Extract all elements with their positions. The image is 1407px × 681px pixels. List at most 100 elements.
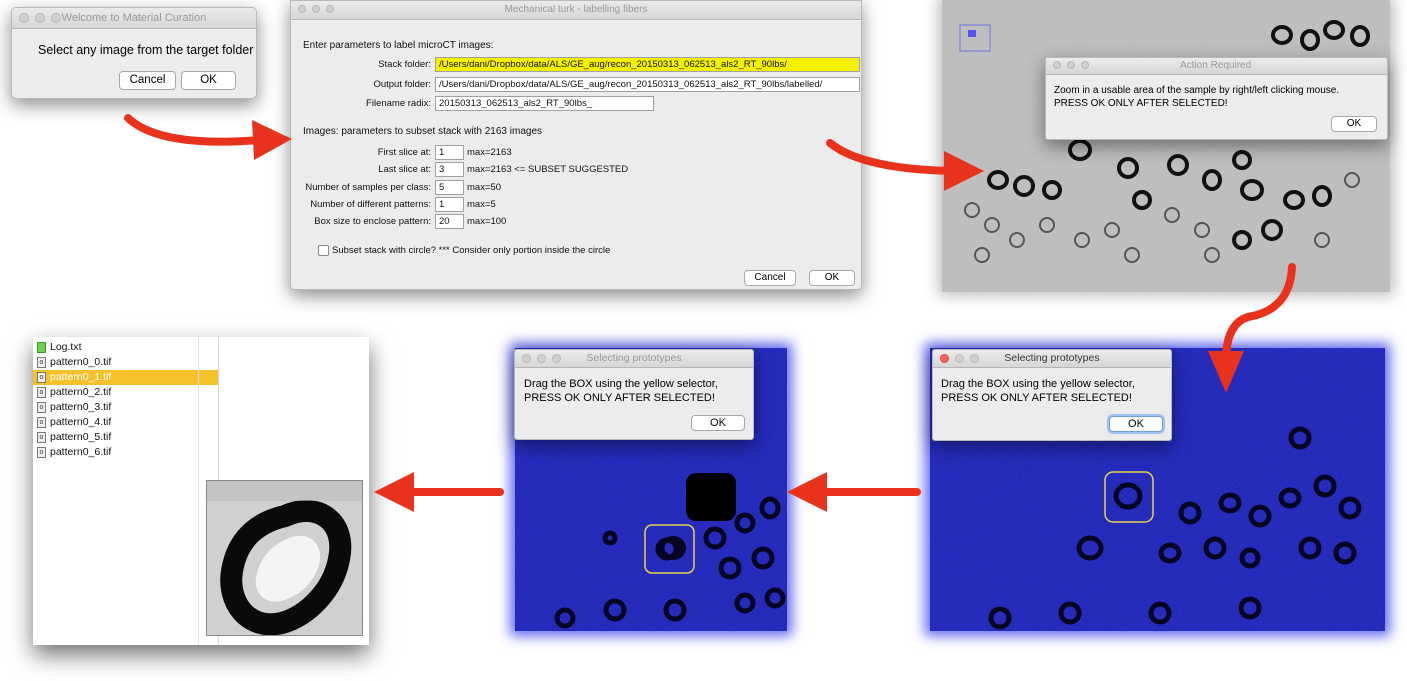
prototypes-message-middle-2: PRESS OK ONLY AFTER SELECTED! <box>524 392 715 404</box>
window-controls <box>522 354 561 363</box>
stack-folder-field[interactable]: /Users/dani/Dropbox/data/ALS/GE_aug/reco… <box>435 57 860 72</box>
welcome-titlebar: Welcome to Material Curation <box>12 8 256 29</box>
file-item[interactable]: o pattern0_5.tif <box>33 430 218 445</box>
last-slice-note: max=2163 <= SUBSET SUGGESTED <box>467 164 629 175</box>
file-name: pattern0_0.tif <box>50 356 112 368</box>
cancel-button[interactable]: Cancel <box>119 71 176 90</box>
filename-radix-label: Filename radix: <box>366 98 431 109</box>
window-controls <box>19 13 61 23</box>
arrow-middle-to-finder <box>374 472 504 512</box>
last-slice-label: Last slice at: <box>378 164 431 175</box>
text-file-icon <box>37 342 46 353</box>
box-size-note: max=100 <box>467 216 507 227</box>
zoom-icon[interactable] <box>552 354 561 363</box>
patterns-note: max=5 <box>467 199 496 210</box>
prototypes-titlebar-middle: Selecting prototypes <box>515 350 753 368</box>
prototypes-message-right-1: Drag the BOX using the yellow selector, <box>941 378 1135 390</box>
file-item[interactable]: o pattern0_6.tif <box>33 445 218 460</box>
arrow-welcome-to-params <box>124 114 292 160</box>
patterns-field[interactable]: 1 <box>435 197 464 212</box>
box-size-field[interactable]: 20 <box>435 214 464 229</box>
close-icon[interactable] <box>298 5 306 13</box>
close-icon[interactable] <box>940 354 949 363</box>
parameters-heading: Enter parameters to label microCT images… <box>303 40 494 51</box>
parameters-dialog: Mechanical turk - labelling fibers Enter… <box>290 0 862 290</box>
patterns-label: Number of different patterns: <box>310 199 431 210</box>
file-item[interactable]: Log.txt <box>33 340 218 355</box>
samples-field[interactable]: 5 <box>435 180 464 195</box>
window-controls <box>298 5 334 13</box>
file-name: pattern0_6.tif <box>50 446 112 458</box>
file-name: pattern0_5.tif <box>50 431 112 443</box>
parameters-title: Mechanical turk - labelling fibers <box>504 4 648 15</box>
arrow-params-to-gray <box>826 139 984 191</box>
tif-file-icon: o <box>37 387 46 398</box>
file-name: pattern0_1.tif <box>50 371 112 383</box>
close-icon[interactable] <box>19 13 29 23</box>
window-controls <box>940 354 979 363</box>
preview-pane-divider <box>198 337 199 645</box>
ok-button[interactable]: OK <box>691 415 745 431</box>
file-name: pattern0_2.tif <box>50 386 112 398</box>
file-item[interactable]: o pattern0_4.tif <box>33 415 218 430</box>
ok-button[interactable]: OK <box>1109 416 1163 432</box>
prototypes-titlebar-right: Selecting prototypes <box>933 350 1171 368</box>
tif-file-icon: o <box>37 417 46 428</box>
close-icon[interactable] <box>1053 61 1061 69</box>
cancel-button[interactable]: Cancel <box>744 270 796 286</box>
minimize-icon[interactable] <box>537 354 546 363</box>
subset-circle-checkbox[interactable] <box>318 245 329 256</box>
samples-label: Number of samples per class: <box>305 182 431 193</box>
pattern-preview-image <box>206 480 363 636</box>
ok-button[interactable]: OK <box>1331 116 1377 132</box>
action-message-line-2: PRESS OK ONLY AFTER SELECTED! <box>1054 98 1228 109</box>
zoom-icon[interactable] <box>1081 61 1089 69</box>
tif-file-icon: o <box>37 432 46 443</box>
action-required-dialog: Action Required Zoom in a usable area of… <box>1045 57 1388 140</box>
tif-file-icon: o <box>37 447 46 458</box>
file-item[interactable]: o pattern0_0.tif <box>33 355 218 370</box>
pattern-preview-graphic <box>207 481 362 635</box>
parameters-titlebar: Mechanical turk - labelling fibers <box>291 1 861 20</box>
minimize-icon[interactable] <box>955 354 964 363</box>
ok-button[interactable]: OK <box>181 71 236 90</box>
action-message-line-1: Zoom in a usable area of the sample by r… <box>1054 85 1340 96</box>
first-slice-note: max=2163 <box>467 147 512 158</box>
box-size-label: Box size to enclose pattern: <box>314 216 431 227</box>
subset-heading: Images: parameters to subset stack with … <box>303 126 543 137</box>
file-name: pattern0_4.tif <box>50 416 112 428</box>
welcome-title: Welcome to Material Curation <box>61 12 207 24</box>
stack-folder-label: Stack folder: <box>378 59 431 70</box>
zoom-icon[interactable] <box>970 354 979 363</box>
output-folder-field[interactable]: /Users/dani/Dropbox/data/ALS/GE_aug/reco… <box>435 77 860 92</box>
prototypes-title-middle: Selecting prototypes <box>586 352 682 364</box>
output-folder-label: Output folder: <box>373 79 431 90</box>
selecting-prototypes-dialog-right: Selecting prototypes Drag the BOX using … <box>932 349 1172 441</box>
zoom-icon[interactable] <box>51 13 61 23</box>
file-item[interactable]: o pattern0_2.tif <box>33 385 218 400</box>
prototypes-message-right-2: PRESS OK ONLY AFTER SELECTED! <box>941 392 1132 404</box>
fiber-gray-texture <box>942 0 1390 292</box>
prototypes-message-middle-1: Drag the BOX using the yellow selector, <box>524 378 718 390</box>
samples-note: max=50 <box>467 182 502 193</box>
filename-radix-field[interactable]: 20150313_062513_als2_RT_90lbs_ <box>435 96 654 111</box>
tif-file-icon: o <box>37 402 46 413</box>
file-item-selected[interactable]: o pattern0_1.tif <box>33 370 218 385</box>
ok-button[interactable]: OK <box>809 270 855 286</box>
arrow-blue-right-to-middle <box>787 472 921 512</box>
tif-file-icon: o <box>37 372 46 383</box>
subset-circle-label: Subset stack with circle? *** Consider o… <box>332 245 611 256</box>
file-item[interactable]: o pattern0_3.tif <box>33 400 218 415</box>
minimize-icon[interactable] <box>312 5 320 13</box>
microct-gray-image[interactable] <box>942 0 1390 292</box>
action-required-titlebar: Action Required <box>1046 58 1387 75</box>
welcome-dialog: Welcome to Material Curation Select any … <box>11 7 257 99</box>
action-required-title: Action Required <box>1180 60 1252 71</box>
welcome-message: Select any image from the target folder <box>38 43 254 57</box>
first-slice-field[interactable]: 1 <box>435 145 464 160</box>
minimize-icon[interactable] <box>1067 61 1075 69</box>
minimize-icon[interactable] <box>35 13 45 23</box>
last-slice-field[interactable]: 3 <box>435 162 464 177</box>
close-icon[interactable] <box>522 354 531 363</box>
zoom-icon[interactable] <box>326 5 334 13</box>
